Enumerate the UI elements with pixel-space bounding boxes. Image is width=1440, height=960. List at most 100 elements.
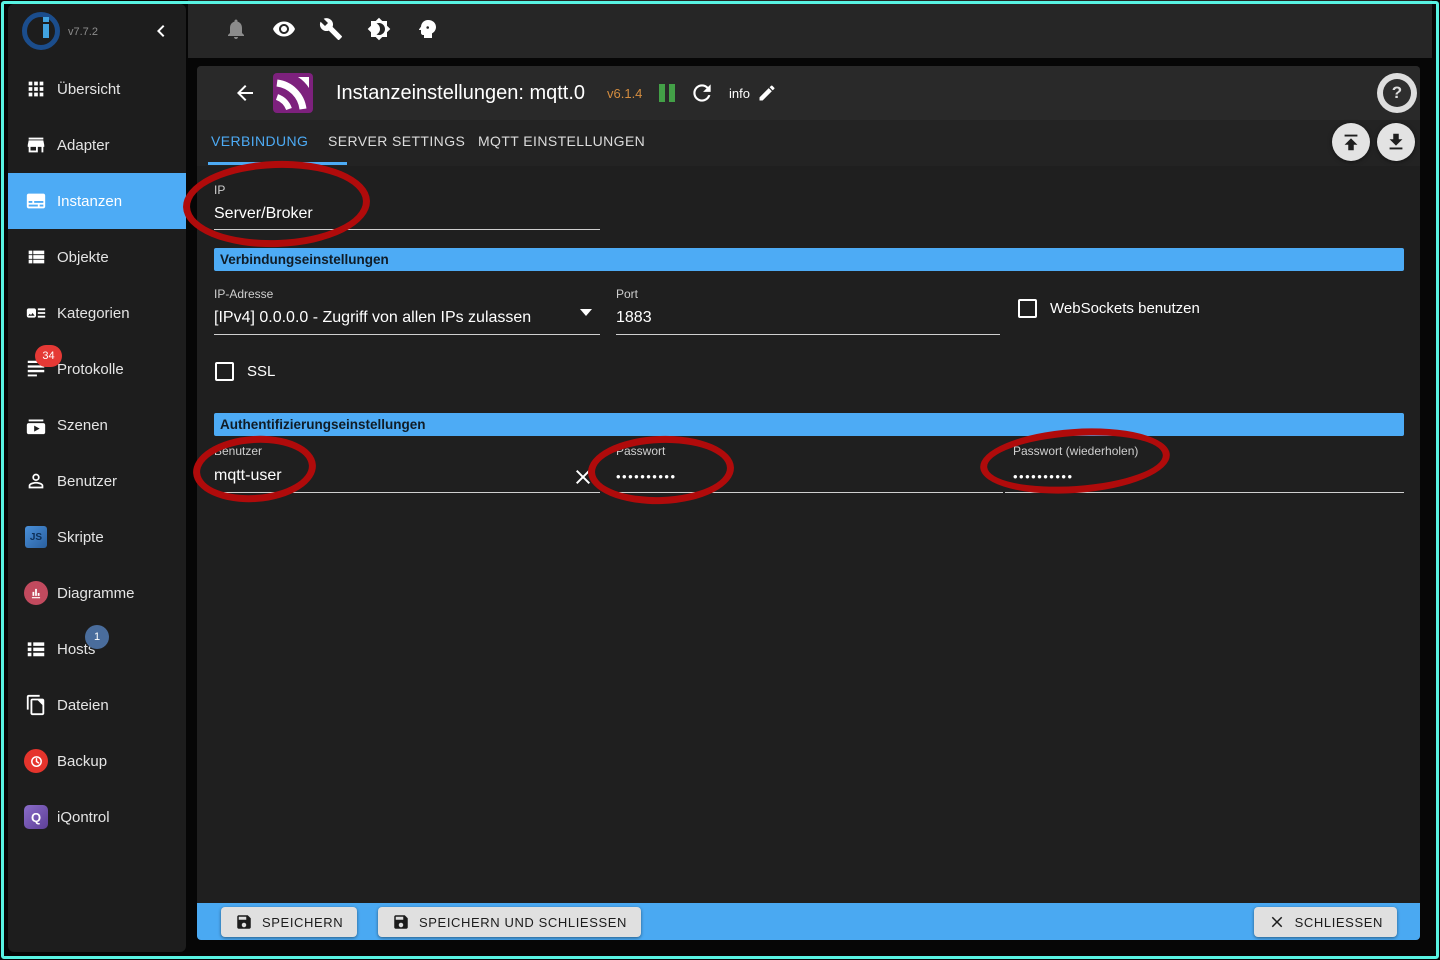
edit-pencil-icon[interactable] — [757, 83, 777, 103]
port-input[interactable]: 1883 — [616, 309, 652, 327]
admin-version: v7.7.2 — [68, 26, 98, 38]
visibility-icon[interactable] — [272, 17, 296, 41]
chevron-down-icon[interactable] — [580, 309, 592, 316]
password-label: Passwort — [616, 444, 665, 458]
form-connection-tab: IP Server/Broker Verbindungseinstellunge… — [197, 166, 1420, 903]
pause-instance-icon[interactable] — [658, 84, 676, 102]
save-button[interactable]: SPEICHERN — [221, 907, 357, 937]
sidebar-item-uebersicht[interactable]: Übersicht — [8, 61, 186, 117]
password-input[interactable]: •••••••••• — [616, 469, 677, 484]
sidebar-item-adapter[interactable]: Adapter — [8, 117, 186, 173]
ip-address-select[interactable]: [IPv4] 0.0.0.0 - Zugriff von allen IPs z… — [214, 309, 531, 327]
sidebar-item-label: Instanzen — [57, 193, 122, 210]
close-icon — [1268, 913, 1286, 931]
user-icon — [24, 469, 48, 493]
sidebar-item-label: Skripte — [57, 529, 104, 546]
restart-instance-icon[interactable] — [689, 80, 715, 106]
dialog-footer: SPEICHERN SPEICHERN UND SCHLIESSEN SCHLI… — [197, 903, 1420, 940]
theme-toggle-icon[interactable] — [367, 17, 391, 41]
scenes-icon — [24, 413, 48, 437]
ip-address-label: IP-Adresse — [214, 287, 273, 301]
sidebar-item-dateien[interactable]: Dateien — [8, 677, 186, 733]
sidebar-item-skripte[interactable]: JS Skripte — [8, 509, 186, 565]
sidebar-item-benutzer[interactable]: Benutzer — [8, 453, 186, 509]
files-icon — [24, 693, 48, 717]
apps-icon — [24, 77, 48, 101]
import-settings-button[interactable] — [1332, 123, 1370, 161]
backup-icon — [24, 749, 48, 773]
tab-verbindung[interactable]: VERBINDUNG — [211, 133, 308, 149]
sidebar-item-label: iQontrol — [57, 809, 110, 826]
ssl-checkbox[interactable] — [215, 362, 234, 381]
download-icon — [1385, 131, 1407, 153]
ip-type-label: IP — [214, 183, 225, 197]
iqontrol-icon: Q — [24, 805, 48, 829]
sidebar-item-label: Kategorien — [57, 305, 130, 322]
back-arrow-icon[interactable] — [233, 81, 257, 105]
sidebar-item-iqontrol[interactable]: Q iQontrol — [8, 789, 186, 845]
sidebar-item-hosts[interactable]: 1 Hosts — [8, 621, 186, 677]
sidebar-menu: Übersicht Adapter Instanzen Objekte — [8, 61, 186, 845]
user-label: Benutzer — [214, 444, 262, 458]
sidebar: v7.7.2 Übersicht Adapter Instanzen — [8, 4, 186, 952]
help-button[interactable]: ? — [1377, 73, 1417, 113]
categories-icon — [24, 301, 48, 325]
close-button[interactable]: SCHLIESSEN — [1254, 907, 1397, 937]
topbar — [188, 0, 1432, 58]
expert-mode-icon[interactable] — [415, 17, 439, 41]
dialog-title: Instanzeinstellungen: mqtt.0 — [336, 66, 585, 120]
sidebar-item-label: Objekte — [57, 249, 109, 266]
sidebar-item-label: Dateien — [57, 697, 109, 714]
sidebar-item-kategorien[interactable]: Kategorien — [8, 285, 186, 341]
charts-icon — [24, 581, 48, 605]
ip-type-select[interactable]: Server/Broker — [214, 205, 313, 223]
instances-icon — [24, 189, 48, 213]
password-repeat-input[interactable]: •••••••••• — [1013, 469, 1074, 484]
tab-mqtt-einstellungen[interactable]: MQTT EINSTELLUNGEN — [478, 133, 645, 149]
export-settings-button[interactable] — [1377, 123, 1415, 161]
save-icon — [392, 913, 410, 931]
sidebar-header: v7.7.2 — [8, 4, 186, 58]
javascript-icon: JS — [24, 525, 48, 549]
sidebar-item-label: Adapter — [57, 137, 110, 154]
dialog-header: Instanzeinstellungen: mqtt.0 v6.1.4 info… — [197, 66, 1420, 120]
wrench-icon[interactable] — [319, 17, 343, 41]
sidebar-item-label: Benutzer — [57, 473, 117, 490]
section-auth-settings: Authentifizierungseinstellungen — [214, 413, 1404, 436]
sidebar-item-instanzen[interactable]: Instanzen — [8, 173, 186, 229]
websockets-checkbox[interactable] — [1018, 299, 1037, 318]
app-root: v7.7.2 Übersicht Adapter Instanzen — [0, 0, 1440, 960]
objects-list-icon — [24, 245, 48, 269]
clear-user-icon[interactable] — [571, 465, 595, 489]
sidebar-item-label: Übersicht — [57, 81, 120, 98]
notifications-icon[interactable] — [224, 17, 248, 41]
password-repeat-label: Passwort (wiederholen) — [1013, 444, 1138, 458]
tab-server-settings[interactable]: SERVER SETTINGS — [328, 133, 465, 149]
iobroker-logo-icon — [22, 12, 60, 50]
hosts-icon — [24, 637, 48, 661]
upload-icon — [1340, 131, 1362, 153]
question-mark-icon: ? — [1383, 79, 1411, 107]
active-tab-indicator — [208, 162, 347, 165]
instance-settings-dialog: Instanzeinstellungen: mqtt.0 v6.1.4 info… — [197, 66, 1420, 940]
sidebar-item-label: Backup — [57, 753, 107, 770]
tab-bar: VERBINDUNG SERVER SETTINGS MQTT EINSTELL… — [197, 120, 1420, 166]
hosts-count-badge: 1 — [85, 625, 109, 649]
sidebar-item-diagramme[interactable]: Diagramme — [8, 565, 186, 621]
section-connection-settings: Verbindungseinstellungen — [214, 248, 1404, 271]
user-input[interactable]: mqtt-user — [214, 467, 282, 485]
close-button-label: SCHLIESSEN — [1295, 915, 1383, 930]
sidebar-item-protokolle[interactable]: 34 Protokolle — [8, 341, 186, 397]
save-button-label: SPEICHERN — [262, 915, 343, 930]
collapse-sidebar-button[interactable] — [149, 19, 173, 43]
adapter-version: v6.1.4 — [607, 86, 642, 101]
save-and-close-button[interactable]: SPEICHERN UND SCHLIESSEN — [378, 907, 641, 937]
websockets-label: WebSockets benutzen — [1050, 300, 1200, 317]
ssl-label: SSL — [247, 363, 275, 380]
sidebar-item-szenen[interactable]: Szenen — [8, 397, 186, 453]
sidebar-item-label: Diagramme — [57, 585, 135, 602]
sidebar-item-objekte[interactable]: Objekte — [8, 229, 186, 285]
sidebar-item-label: Szenen — [57, 417, 108, 434]
info-link[interactable]: info — [729, 86, 750, 101]
sidebar-item-backup[interactable]: Backup — [8, 733, 186, 789]
